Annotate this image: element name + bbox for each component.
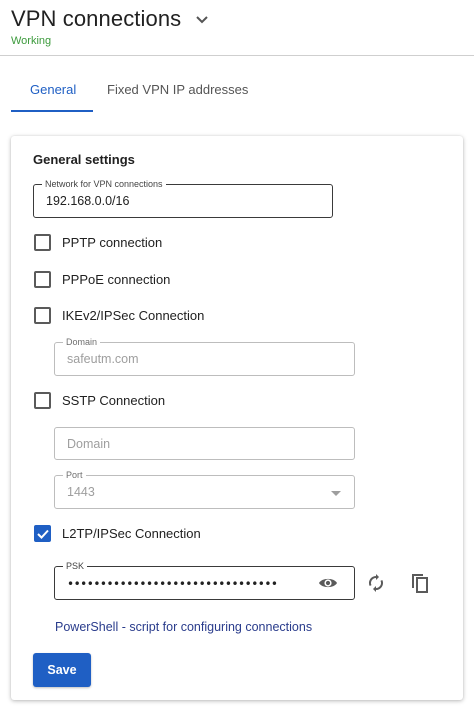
page-title: VPN connections: [11, 6, 182, 31]
status-text: Working: [11, 35, 52, 47]
save-button[interactable]: Save: [33, 653, 91, 687]
general-settings-card: General settings Network for VPN connect…: [11, 136, 463, 700]
tab-fixed-vpn-ip-addresses[interactable]: Fixed VPN IP addresses: [107, 82, 248, 97]
sstp-domain-placeholder: Domain: [67, 436, 111, 451]
psk-label: PSK: [63, 560, 88, 572]
title-dropdown[interactable]: VPN connections: [11, 6, 209, 32]
section-title: General settings: [33, 152, 135, 167]
powershell-script-link[interactable]: PowerShell - script for configuring conn…: [55, 620, 312, 634]
pptp-checkbox[interactable]: [34, 234, 51, 251]
pppoe-checkbox-row[interactable]: PPPoE connection: [34, 271, 170, 288]
sstp-checkbox[interactable]: [34, 392, 51, 409]
l2tp-label: L2TP/IPSec Connection: [62, 526, 201, 541]
chevron-down-icon[interactable]: [195, 13, 209, 27]
sstp-port-value: 1443: [67, 485, 95, 499]
pptp-checkbox-row[interactable]: PPTP connection: [34, 234, 162, 251]
pppoe-label: PPPoE connection: [62, 272, 171, 287]
sstp-port-select[interactable]: Port 1443: [54, 469, 355, 509]
ikev2-domain-label: Domain: [63, 336, 101, 348]
l2tp-checkbox[interactable]: [34, 525, 51, 542]
network-field[interactable]: Network for VPN connections 192.168.0.0/…: [33, 178, 333, 218]
l2tp-checkbox-row[interactable]: L2TP/IPSec Connection: [34, 525, 201, 542]
sstp-domain-field[interactable]: Domain: [54, 427, 355, 460]
tab-general[interactable]: General: [30, 82, 76, 97]
ikev2-domain-value: safeutm.com: [67, 352, 139, 366]
pppoe-checkbox[interactable]: [34, 271, 51, 288]
caret-down-icon: [331, 491, 341, 496]
ikev2-domain-field[interactable]: Domain safeutm.com: [54, 336, 355, 376]
page-header: VPN connections Working: [0, 0, 474, 56]
network-field-value: 192.168.0.0/16: [46, 194, 130, 208]
ikev2-checkbox[interactable]: [34, 307, 51, 324]
pptp-label: PPTP connection: [62, 235, 163, 250]
refresh-icon[interactable]: [365, 572, 387, 594]
ikev2-label: IKEv2/IPSec Connection: [62, 308, 205, 323]
sstp-label: SSTP Connection: [62, 393, 166, 408]
psk-value: ••••••••••••••••••••••••••••••••: [67, 577, 278, 591]
check-icon: [36, 529, 49, 539]
copy-icon[interactable]: [409, 572, 431, 594]
psk-field[interactable]: PSK ••••••••••••••••••••••••••••••••: [54, 560, 355, 600]
active-tab-indicator: [11, 110, 93, 112]
tab-bar: General Fixed VPN IP addresses: [0, 56, 474, 114]
sstp-checkbox-row[interactable]: SSTP Connection: [34, 392, 165, 409]
sstp-port-label: Port: [63, 469, 86, 481]
ikev2-checkbox-row[interactable]: IKEv2/IPSec Connection: [34, 307, 204, 324]
vpn-connections-page: VPN connections Working General Fixed VP…: [0, 0, 474, 712]
network-field-label: Network for VPN connections: [42, 178, 166, 190]
eye-icon[interactable]: [318, 575, 338, 591]
